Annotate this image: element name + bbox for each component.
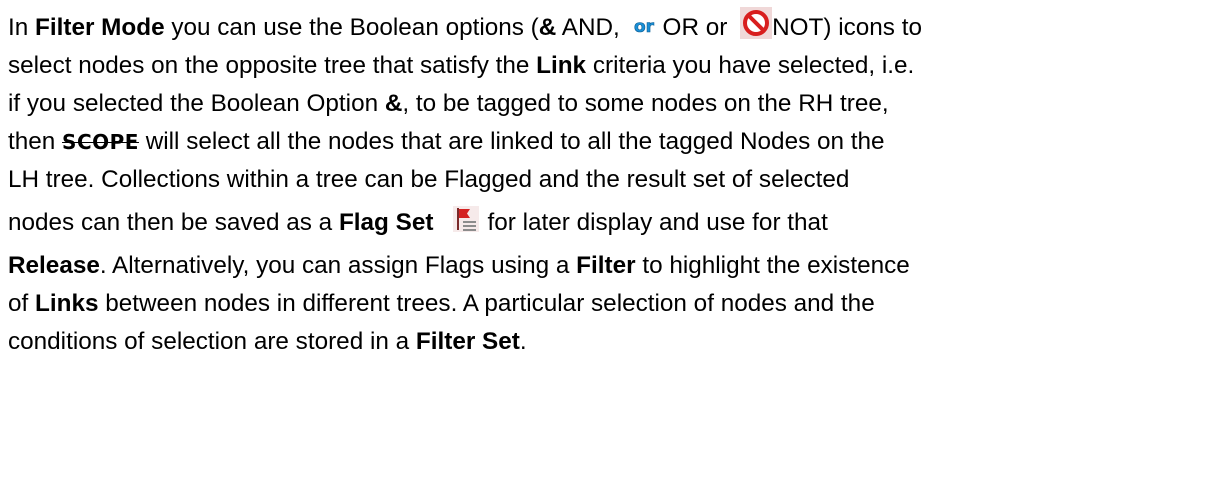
paragraph-line-3: if you selected the Boolean Option &, to… [8, 85, 1212, 123]
links-term: Links [35, 290, 99, 317]
not-icon [740, 6, 773, 39]
and-symbol: & [384, 90, 403, 117]
text-run: conditions of selection are stored in a [8, 328, 416, 355]
or-icon: or [633, 12, 663, 37]
text-run: . [519, 328, 527, 355]
release-term: Release [8, 252, 100, 279]
text-run: AND, [556, 14, 627, 41]
paragraph-line-8: of Links between nodes in different tree… [8, 285, 1212, 323]
paragraph-line-5: LH tree. Collections within a tree can b… [8, 161, 1212, 199]
filter-mode-term: Filter Mode [35, 14, 165, 41]
text-run: of [8, 290, 36, 317]
text-run: NOT) icons to [772, 14, 922, 41]
text-run: . Alternatively, you can assign Flags us… [99, 252, 577, 279]
link-term: Link [536, 52, 587, 79]
text-run: between nodes in different trees. A part… [98, 290, 875, 317]
svg-text:or: or [634, 17, 655, 37]
filter-term: Filter [576, 252, 636, 279]
text-run: you can use the Boolean options ( [164, 14, 539, 41]
paragraph-line-6: nodes can then be saved as a Flag Set fo… [8, 199, 1212, 247]
text-run: if you selected the Boolean Option [8, 90, 385, 117]
text-run: LH tree. Collections within a tree can b… [8, 166, 850, 193]
text-run: select nodes on the opposite tree that s… [8, 52, 537, 79]
flag-set-icon [453, 201, 480, 232]
text-run: for later display and use for that [487, 209, 828, 236]
paragraph-line-1: In Filter Mode you can use the Boolean o… [8, 6, 1212, 47]
text-run: criteria you have selected, i.e. [586, 52, 915, 79]
text-run: OR or [662, 14, 735, 41]
text-run: In [8, 14, 36, 41]
filter-set-term: Filter Set [415, 328, 520, 355]
text-run: , to be tagged to some nodes on the RH t… [402, 90, 889, 117]
paragraph-line-7: Release. Alternatively, you can assign F… [8, 247, 1212, 285]
text-run: nodes can then be saved as a [8, 209, 339, 236]
flag-set-term: Flag Set [338, 209, 434, 236]
paragraph-line-2: select nodes on the opposite tree that s… [8, 47, 1212, 85]
scope-product-name: SCOPE [62, 130, 139, 154]
help-paragraph: In Filter Mode you can use the Boolean o… [8, 6, 1212, 361]
text-run: to highlight the existence [635, 252, 910, 279]
paragraph-line-9: conditions of selection are stored in a … [8, 323, 1212, 361]
and-symbol: & [538, 14, 557, 41]
text-run: will select all the nodes that are linke… [138, 128, 885, 155]
text-run: then [8, 128, 63, 155]
paragraph-line-4: then SCOPE will select all the nodes tha… [8, 123, 1212, 161]
